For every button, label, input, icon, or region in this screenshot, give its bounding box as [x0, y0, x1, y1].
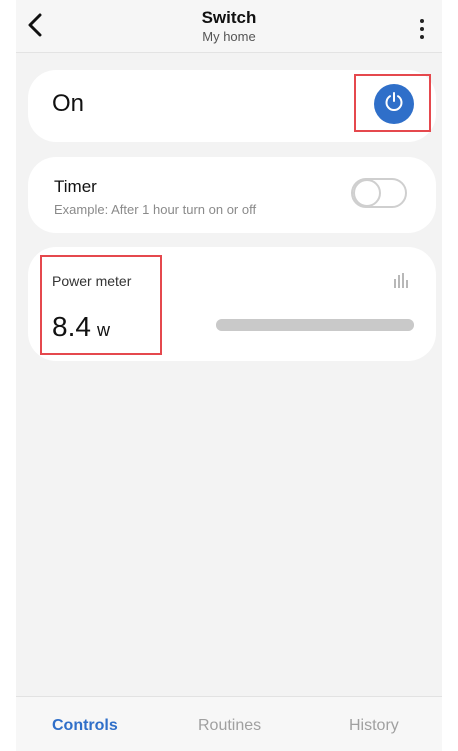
power-icon	[383, 91, 405, 118]
power-meter-card[interactable]: Power meter 8.4 w	[28, 247, 436, 361]
app-header: Switch My home	[16, 0, 442, 53]
power-button[interactable]	[374, 84, 414, 124]
page-title: Switch	[201, 8, 257, 27]
power-meter-bar-fill	[216, 319, 414, 331]
power-state-card: On	[28, 70, 436, 142]
timer-title: Timer	[54, 177, 97, 196]
power-meter-reading: 8.4 w	[52, 311, 110, 343]
tab-routines[interactable]: Routines	[198, 717, 261, 735]
timer-description: Example: After 1 hour turn on or off	[54, 202, 257, 217]
tab-history[interactable]: History	[349, 717, 399, 735]
power-state-label: On	[52, 90, 85, 117]
chevron-left-icon	[27, 13, 43, 42]
back-button[interactable]	[20, 10, 50, 44]
more-vertical-icon-dot	[420, 27, 424, 31]
more-vertical-icon	[420, 19, 424, 23]
device-screen: Switch My home On Timer Example: After 1…	[16, 0, 442, 751]
page-subtitle: My home	[202, 29, 256, 44]
bar-chart-icon[interactable]	[392, 271, 410, 289]
title-block: Switch My home	[16, 8, 442, 45]
tab-controls[interactable]: Controls	[52, 717, 118, 735]
more-vertical-icon-dot	[420, 35, 424, 39]
power-meter-value: 8.4	[52, 311, 91, 342]
bottom-tab-bar: Controls Routines History	[16, 696, 442, 751]
more-options-button[interactable]	[408, 12, 436, 46]
timer-card[interactable]: Timer Example: After 1 hour turn on or o…	[28, 157, 436, 233]
power-meter-bar	[216, 319, 414, 331]
toggle-knob	[353, 179, 381, 207]
power-meter-label: Power meter	[52, 273, 132, 289]
timer-toggle[interactable]	[351, 178, 407, 208]
power-meter-unit: w	[96, 320, 110, 340]
